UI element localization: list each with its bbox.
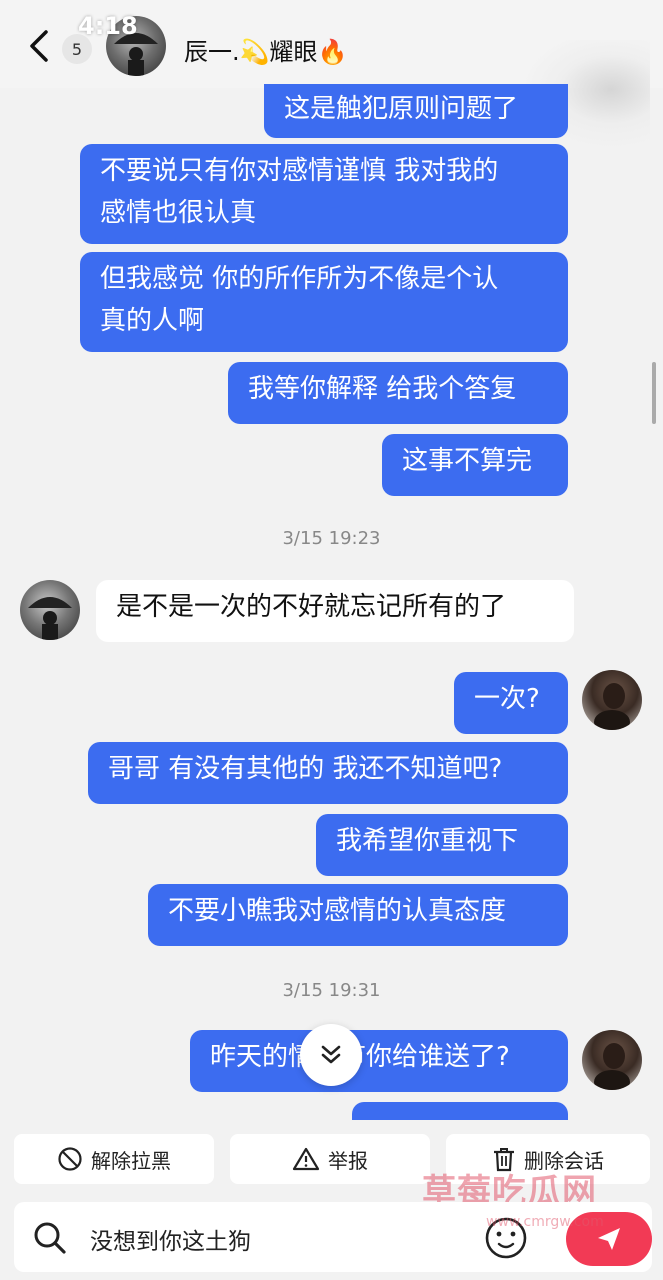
timestamp: 3/15 19:23 (282, 528, 381, 549)
message-bubble-partial[interactable] (352, 1102, 568, 1120)
message-bubble[interactable]: 我希望你重视下 (316, 814, 568, 876)
status-time: 4:18 (78, 12, 138, 40)
message-bubble[interactable]: 一次? (454, 672, 568, 734)
message-bubble[interactable]: 这事不算完 (382, 434, 568, 496)
message-bubble[interactable]: 是不是一次的不好就忘记所有的了 (96, 580, 574, 642)
user-avatar[interactable] (582, 670, 642, 730)
person-photo-icon (594, 1043, 630, 1090)
message-input-bar[interactable]: 没想到你这土狗 (14, 1202, 652, 1272)
scrollbar[interactable] (652, 362, 656, 424)
message-bubble[interactable]: 昨天的情人节你给谁送了? (190, 1030, 568, 1092)
message-bubble[interactable]: 我等你解释 给我个答复 (228, 362, 568, 424)
message-bubble[interactable]: 不要说只有你对感情谨慎 我对我的 感情也很认真 (80, 144, 568, 244)
report-button[interactable]: 举报 (230, 1134, 430, 1184)
search-icon (34, 1222, 66, 1254)
message-bubble[interactable]: 但我感觉 你的所作所为不像是个认 真的人啊 (80, 252, 568, 352)
double-chevron-down-icon (321, 1045, 341, 1064)
contact-name[interactable]: 辰一.💫耀眼🔥 (184, 32, 347, 67)
unblock-button[interactable]: 解除拉黑 (14, 1134, 214, 1184)
person-photo-icon (594, 683, 630, 730)
block-icon (58, 1147, 82, 1171)
contact-avatar[interactable] (20, 580, 80, 640)
message-bubble[interactable]: 这是触犯原则问题了 (264, 84, 568, 138)
chat-header: 5 辰一.💫耀眼🔥 4:18 (0, 0, 663, 150)
watermark-url: www.cmrgw.com (486, 1214, 604, 1230)
user-avatar[interactable] (582, 1030, 642, 1090)
person-silhouette-icon (28, 597, 72, 640)
back-chevron-icon[interactable] (22, 26, 58, 66)
timestamp: 3/15 19:31 (282, 980, 381, 1001)
message-bubble[interactable]: 不要小瞧我对感情的认真态度 (148, 884, 568, 946)
message-bubble[interactable]: 哥哥 有没有其他的 我还不知道吧? (88, 742, 568, 804)
warning-icon (292, 1147, 320, 1171)
scroll-to-bottom-button[interactable] (300, 1024, 362, 1086)
message-input[interactable]: 没想到你这土狗 (90, 1222, 251, 1256)
